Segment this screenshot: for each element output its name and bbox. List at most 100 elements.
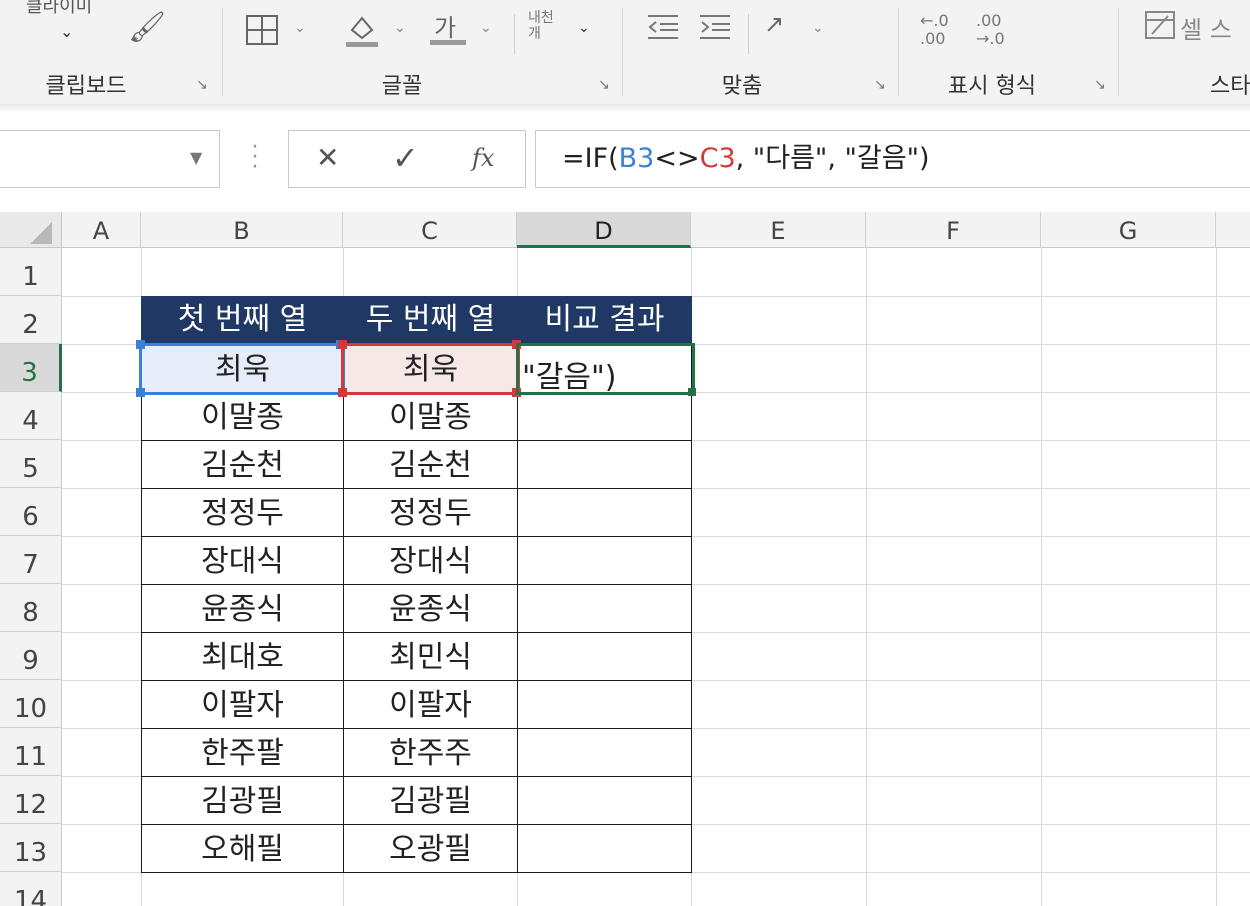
paste-label[interactable]: 클라이미 — [26, 0, 92, 18]
ref-handle[interactable] — [338, 388, 347, 397]
cell-b2-header[interactable]: 첫 번째 열 — [141, 296, 344, 345]
cell-b10[interactable]: 이팔자 — [141, 680, 344, 729]
ref-handle[interactable] — [136, 388, 145, 397]
increase-decimal-button[interactable]: ←.0 .00 — [920, 12, 949, 48]
row-header-6[interactable]: 6 — [0, 488, 62, 536]
cell-c8[interactable]: 윤종식 — [343, 584, 518, 633]
formula-ref-b3: B3 — [618, 143, 655, 174]
cell-d7[interactable] — [517, 536, 692, 585]
column-header-g[interactable]: G — [1041, 212, 1216, 248]
cell-d8[interactable] — [517, 584, 692, 633]
cell-c9[interactable]: 최민식 — [343, 632, 518, 681]
row-header-4[interactable]: 4 — [0, 392, 62, 440]
number-launcher-icon[interactable]: ↘ — [1094, 78, 1108, 92]
column-header-e[interactable]: E — [691, 212, 866, 248]
select-all-button[interactable] — [0, 212, 62, 248]
fill-color-dropdown[interactable]: ⌄ — [394, 20, 406, 36]
row-header-2[interactable]: 2 — [0, 296, 62, 344]
row-header-3[interactable]: 3 — [0, 344, 62, 392]
column-header-b[interactable]: B — [141, 212, 343, 248]
cell-d4[interactable] — [517, 392, 692, 441]
cell-d11[interactable] — [517, 728, 692, 777]
clipboard-launcher-icon[interactable]: ↘ — [196, 78, 210, 92]
font-color-button[interactable]: 가 — [434, 8, 456, 43]
column-header-h[interactable] — [1216, 212, 1250, 248]
orientation-dropdown[interactable]: ⌄ — [812, 20, 824, 36]
cell-b6[interactable]: 정정두 — [141, 488, 344, 537]
cell-c11[interactable]: 한주주 — [343, 728, 518, 777]
paste-dropdown[interactable]: ⌄ — [60, 22, 73, 41]
ref-handle[interactable] — [136, 340, 145, 349]
ref-handle[interactable] — [512, 388, 521, 397]
row-header-10[interactable]: 10 — [0, 680, 62, 728]
alignment-launcher-icon[interactable]: ↘ — [874, 78, 888, 92]
fill-handle[interactable] — [688, 388, 696, 396]
cell-styles-icon[interactable] — [1144, 10, 1176, 45]
row-header-9[interactable]: 9 — [0, 632, 62, 680]
column-header-d[interactable]: D — [517, 212, 691, 248]
cell-d5[interactable] — [517, 440, 692, 489]
cell-c4[interactable]: 이말종 — [343, 392, 518, 441]
row-header-14[interactable]: 14 — [0, 872, 62, 906]
cell-b8[interactable]: 윤종식 — [141, 584, 344, 633]
row-header-1[interactable]: 1 — [0, 248, 62, 296]
decrease-decimal-button[interactable]: .00 →.0 — [976, 12, 1005, 48]
enter-icon[interactable]: ✓ — [392, 142, 419, 174]
font-color-dropdown[interactable]: ⌄ — [480, 20, 492, 36]
clipboard-group: 클라이미 ⌄ 🖌 클립보드 ↘ — [0, 0, 222, 104]
cell-b4[interactable]: 이말종 — [141, 392, 344, 441]
cell-d13[interactable] — [517, 824, 692, 873]
cell-d9[interactable] — [517, 632, 692, 681]
formula-bar-resize-handle[interactable]: · · · — [250, 137, 260, 179]
font-launcher-icon[interactable]: ↘ — [598, 78, 612, 92]
cell-d10[interactable] — [517, 680, 692, 729]
number-group: ←.0 .00 .00 →.0 표시 형식 ↘ — [898, 0, 1118, 104]
cell-c2-header[interactable]: 두 번째 열 — [343, 296, 518, 345]
cell-c5[interactable]: 김순천 — [343, 440, 518, 489]
cell-b13[interactable]: 오해필 — [141, 824, 344, 873]
row-header-13[interactable]: 13 — [0, 824, 62, 872]
cell-c10[interactable]: 이팔자 — [343, 680, 518, 729]
wrap-text-dropdown[interactable]: ⌄ — [578, 20, 590, 36]
cell-d2-header[interactable]: 비교 결과 — [517, 296, 692, 345]
cell-b5[interactable]: 김순천 — [141, 440, 344, 489]
orientation-icon[interactable]: ↗ — [764, 10, 784, 38]
name-box[interactable] — [0, 130, 220, 188]
format-painter-icon[interactable]: 🖌 — [128, 13, 166, 43]
cell-b9[interactable]: 최대호 — [141, 632, 344, 681]
row-header-12[interactable]: 12 — [0, 776, 62, 824]
ref-handle[interactable] — [338, 340, 347, 349]
ref-handle[interactable] — [512, 340, 521, 349]
row-header-8[interactable]: 8 — [0, 584, 62, 632]
borders-dropdown[interactable]: ⌄ — [294, 20, 306, 36]
cell-c13[interactable]: 오광필 — [343, 824, 518, 873]
insert-function-icon[interactable]: fx — [472, 142, 494, 174]
column-header-a[interactable]: A — [62, 212, 141, 248]
column-header-f[interactable]: F — [866, 212, 1041, 248]
wrap-text-icon[interactable]: 내천 개 — [528, 10, 554, 42]
cell-c12[interactable]: 김광필 — [343, 776, 518, 825]
cell-styles-label[interactable]: 셀 스 — [1180, 10, 1232, 45]
name-box-dropdown-icon[interactable]: ▼ — [190, 148, 202, 167]
cell-c7[interactable]: 장대식 — [343, 536, 518, 585]
cancel-icon[interactable]: ✕ — [316, 142, 339, 174]
cell-b12[interactable]: 김광필 — [141, 776, 344, 825]
cell-c3[interactable]: 최욱 — [343, 344, 518, 393]
row-header-5[interactable]: 5 — [0, 440, 62, 488]
fill-color-icon[interactable] — [344, 12, 380, 53]
cell-b11[interactable]: 한주팔 — [141, 728, 344, 777]
cell-b3[interactable]: 최욱 — [141, 344, 344, 393]
gridline — [1216, 248, 1217, 906]
increase-indent-icon[interactable] — [698, 12, 732, 47]
cell-d6[interactable] — [517, 488, 692, 537]
cell-b7[interactable]: 장대식 — [141, 536, 344, 585]
worksheet-grid[interactable]: A B C D E F G 1 2 3 4 5 6 7 8 9 10 11 12… — [0, 212, 1250, 906]
row-header-7[interactable]: 7 — [0, 536, 62, 584]
column-header-c[interactable]: C — [343, 212, 517, 248]
row-header-11[interactable]: 11 — [0, 728, 62, 776]
borders-icon[interactable] — [244, 14, 280, 46]
decrease-indent-icon[interactable] — [646, 12, 680, 47]
formula-input[interactable]: =IF(B3<>C3, "다름", "갈음") — [535, 130, 1250, 188]
cell-c6[interactable]: 정정두 — [343, 488, 518, 537]
cell-d12[interactable] — [517, 776, 692, 825]
